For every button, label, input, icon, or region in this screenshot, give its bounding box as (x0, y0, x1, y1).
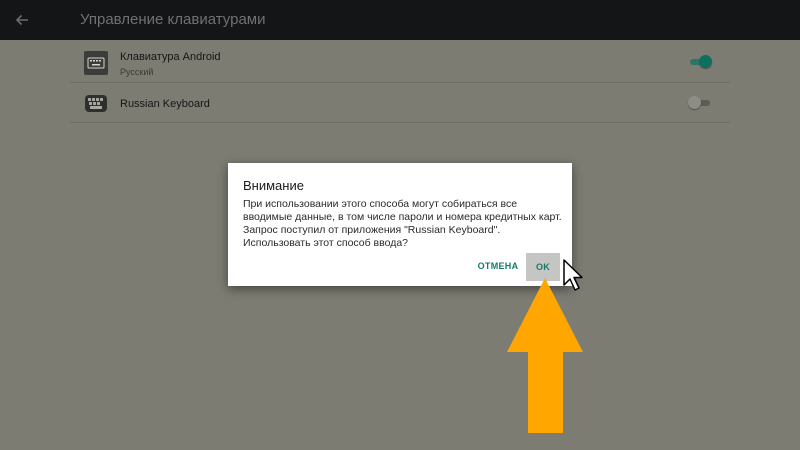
keyboard-item-title: Клавиатура Android (120, 51, 221, 63)
keyboard-app-icon (85, 95, 107, 112)
cancel-button[interactable]: ОТМЕНА (476, 255, 520, 277)
keyboard-item-title: Russian Keyboard (120, 98, 210, 110)
app-bar: Управление клавиатурами (0, 0, 800, 40)
dialog-title: Внимание (243, 178, 304, 193)
back-button[interactable] (10, 8, 34, 32)
toggle-thumb (699, 55, 712, 68)
keyboard-item-android[interactable]: Клавиатура Android Русский (70, 40, 730, 83)
toggle-thumb (688, 96, 701, 109)
arrow-left-icon (15, 14, 28, 26)
page-title: Управление клавиатурами (80, 11, 266, 28)
keyboard-android-toggle[interactable] (688, 55, 712, 69)
warning-dialog: Внимание При использовании этого способа… (228, 163, 572, 286)
keyboard-item-subtitle: Русский (120, 67, 154, 77)
keyboard-russian-toggle[interactable] (688, 96, 712, 110)
up-arrow-annotation-icon (507, 278, 583, 433)
keyboard-item-russian[interactable]: Russian Keyboard (70, 83, 730, 123)
keyboard-icon (84, 51, 108, 75)
dialog-message: При использовании этого способа могут со… (243, 198, 562, 249)
